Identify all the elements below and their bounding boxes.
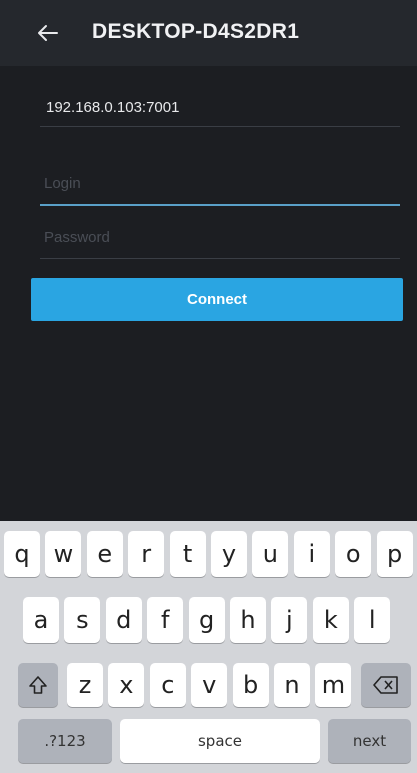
address-field[interactable]: 192.168.0.103:7001 <box>40 86 400 127</box>
key-m[interactable]: m <box>315 663 352 707</box>
key-v[interactable]: v <box>191 663 228 707</box>
arrow-left-icon <box>38 25 58 41</box>
key-b[interactable]: b <box>232 663 269 707</box>
backspace-key[interactable] <box>361 663 411 707</box>
key-k[interactable]: k <box>312 597 349 643</box>
key-j[interactable]: j <box>271 597 308 643</box>
page-title: DESKTOP-D4S2DR1 <box>92 20 300 43</box>
key-u[interactable]: u <box>252 531 289 577</box>
shift-key[interactable] <box>18 663 58 707</box>
key-d[interactable]: d <box>105 597 142 643</box>
key-h[interactable]: h <box>230 597 266 643</box>
app-bar: DESKTOP-D4S2DR1 <box>0 0 417 66</box>
key-a[interactable]: a <box>23 597 59 643</box>
soft-keyboard: qwertyuiop asdfghjkl zxcvbnm .?123 space… <box>0 521 417 773</box>
key-y[interactable]: y <box>211 531 247 577</box>
key-l[interactable]: l <box>354 597 391 643</box>
key-e[interactable]: e <box>86 531 123 577</box>
key-t[interactable]: t <box>169 531 206 577</box>
symbols-key[interactable]: .?123 <box>18 719 112 763</box>
key-o[interactable]: o <box>335 531 372 577</box>
key-p[interactable]: p <box>376 531 413 577</box>
key-w[interactable]: w <box>45 531 82 577</box>
shift-icon <box>29 676 47 694</box>
login-field[interactable] <box>40 166 408 206</box>
key-r[interactable]: r <box>128 531 165 577</box>
address-value: 192.168.0.103:7001 <box>46 99 180 116</box>
backspace-icon <box>373 676 398 694</box>
key-s[interactable]: s <box>64 597 101 643</box>
password-input[interactable] <box>40 222 408 252</box>
key-i[interactable]: i <box>293 531 330 577</box>
password-field[interactable] <box>40 220 408 259</box>
key-q[interactable]: q <box>4 531 40 577</box>
connect-button[interactable]: Connect <box>31 278 403 321</box>
space-key[interactable]: space <box>120 719 320 763</box>
key-c[interactable]: c <box>149 663 186 707</box>
key-n[interactable]: n <box>274 663 310 707</box>
login-input[interactable] <box>40 168 408 198</box>
back-button[interactable] <box>36 22 60 46</box>
key-x[interactable]: x <box>108 663 145 707</box>
key-f[interactable]: f <box>147 597 184 643</box>
next-key[interactable]: next <box>328 719 411 763</box>
key-z[interactable]: z <box>67 663 103 707</box>
key-g[interactable]: g <box>188 597 225 643</box>
